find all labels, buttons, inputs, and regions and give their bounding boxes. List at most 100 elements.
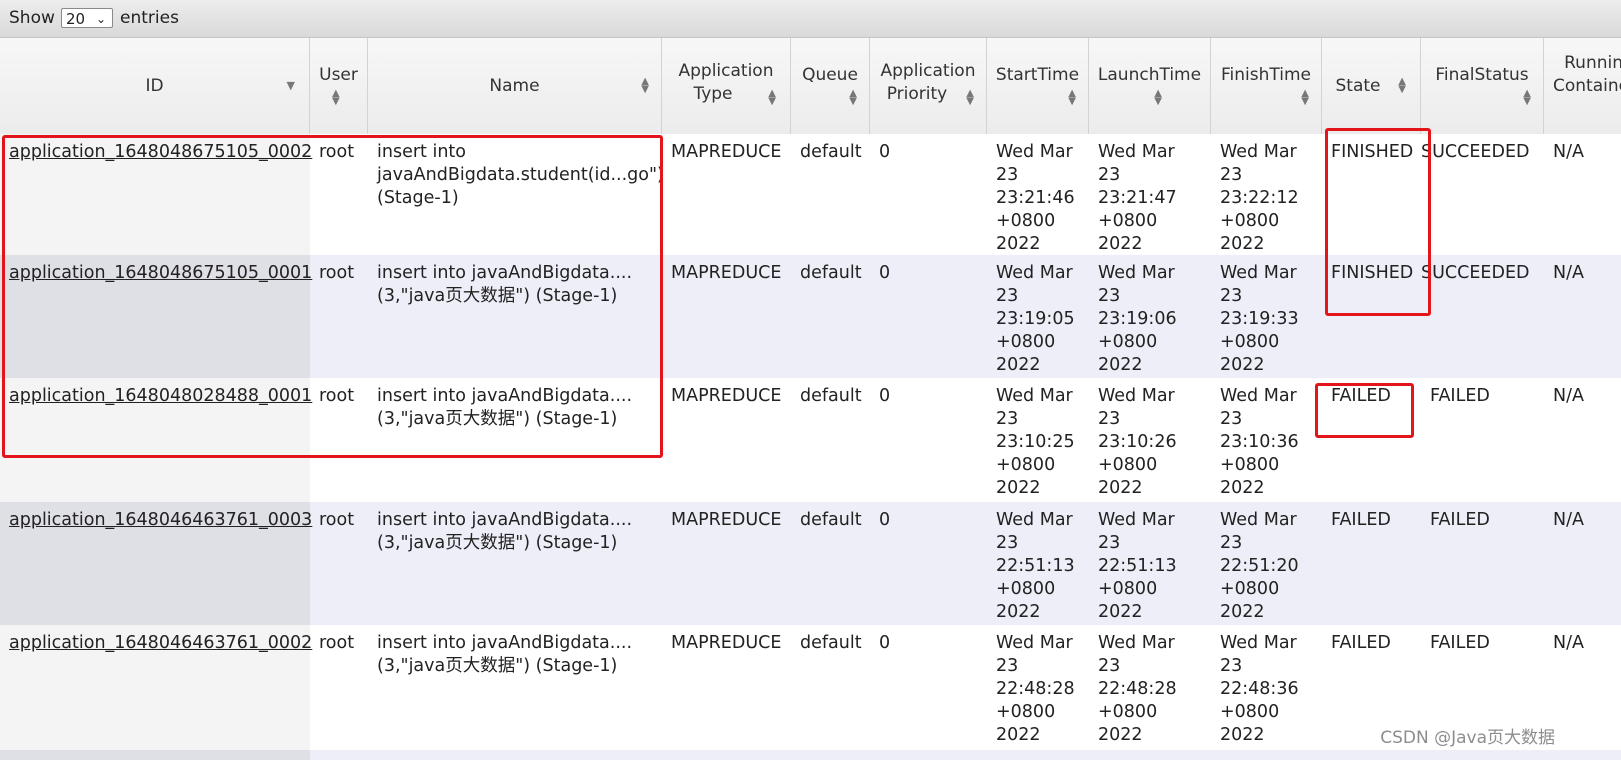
column-label-application-type-line1: Application bbox=[678, 61, 774, 81]
sort-icon: ▲ ▼ bbox=[1301, 88, 1309, 107]
sort-icon: ▲ ▼ bbox=[1523, 88, 1531, 107]
column-label-running-line2: Containers bbox=[1553, 76, 1621, 96]
cell-state: FAILED bbox=[1331, 510, 1391, 530]
column-header-finish-time[interactable]: FinishTime ▲ ▼ bbox=[1211, 38, 1322, 134]
cell-name: insert into javaAndBigdata.... (3,"java页… bbox=[377, 386, 633, 429]
application-id-link[interactable]: application_1648046463761_0003 bbox=[9, 510, 312, 530]
sort-icon: ▲ ▼ bbox=[641, 76, 649, 95]
cell-user: root bbox=[319, 142, 355, 162]
cell-launch-time: Wed Mar 23 23:19:06 +0800 2022 bbox=[1098, 263, 1177, 375]
cell-running-containers: N/A bbox=[1553, 633, 1584, 653]
table-header: ID ▼ User ▲ ▼ Name ▲ ▼ Application Type ▲ ▼… bbox=[0, 38, 1621, 135]
cell-priority: 0 bbox=[879, 510, 891, 530]
cell-application-type: MAPREDUCE bbox=[671, 633, 782, 653]
cell-finish-time: Wed Mar 23 23:19:33 +0800 2022 bbox=[1220, 263, 1299, 375]
column-label-user: User bbox=[319, 64, 358, 85]
column-label-id: ID bbox=[145, 75, 164, 96]
cell-name: insert into javaAndBigdata.student(id...… bbox=[377, 142, 664, 208]
column-label-start-time: StartTime bbox=[995, 64, 1080, 85]
cell-user: root bbox=[319, 633, 355, 653]
column-header-final-status[interactable]: FinalStatus ▲ ▼ bbox=[1421, 38, 1544, 134]
table-row: application_1648048675105_0001 root inse… bbox=[0, 255, 1621, 378]
cell-id: application_1648048675105_0002 bbox=[0, 134, 312, 255]
cell-final-status: SUCCEEDED bbox=[1421, 142, 1530, 162]
sort-icon: ▲ ▼ bbox=[1068, 88, 1076, 107]
column-header-id[interactable]: ID ▼ bbox=[0, 38, 310, 134]
cell-application-type: MAPREDUCE bbox=[671, 142, 782, 162]
cell-name: insert into javaAndBigdata.... (3,"java页… bbox=[377, 263, 633, 306]
column-label-state: State bbox=[1335, 75, 1381, 96]
cell-launch-time: Wed Mar 23 23:21:47 +0800 2022 bbox=[1098, 142, 1177, 254]
cell-state: FAILED bbox=[1331, 633, 1391, 653]
cell-id: application_1648048675105_0001 bbox=[0, 255, 312, 378]
cell-queue: default bbox=[800, 386, 862, 406]
sort-desc-icon: ▼ bbox=[286, 79, 295, 92]
sort-icon: ▲ ▼ bbox=[768, 88, 776, 107]
page-size-select[interactable]: 20 ⌄ bbox=[61, 8, 113, 28]
column-header-user[interactable]: User ▲ ▼ bbox=[310, 38, 368, 134]
column-label-priority-line2: Priority bbox=[886, 84, 948, 104]
cell-priority: 0 bbox=[879, 386, 891, 406]
cell-state: FINISHED bbox=[1331, 263, 1414, 283]
table-length-control: Show 20 ⌄ entries bbox=[0, 0, 1621, 38]
cell-priority: 0 bbox=[879, 263, 891, 283]
watermark: CSDN @Java页大数据 bbox=[1380, 728, 1555, 748]
cell-user: root bbox=[319, 386, 355, 406]
cell-user: root bbox=[319, 263, 355, 283]
column-label-name: Name bbox=[489, 75, 540, 96]
cell-running-containers: N/A bbox=[1553, 263, 1584, 283]
column-label-queue: Queue bbox=[802, 64, 858, 85]
cell-finish-time: Wed Mar 23 22:51:20 +0800 2022 bbox=[1220, 510, 1299, 622]
cell-queue: default bbox=[800, 633, 862, 653]
cell-application-type: MAPREDUCE bbox=[671, 386, 782, 406]
cell-finish-time: Wed Mar 23 23:22:12 +0800 2022 bbox=[1220, 142, 1299, 254]
cell-running-containers: N/A bbox=[1553, 386, 1584, 406]
application-id-link[interactable]: application_1648048675105_0001 bbox=[9, 263, 312, 283]
table-row: application_1648046463761_0002 root inse… bbox=[0, 625, 1621, 750]
column-header-state[interactable]: State ▲ ▼ bbox=[1322, 38, 1421, 134]
cell-finish-time: Wed Mar 23 22:48:36 +0800 2022 bbox=[1220, 633, 1299, 745]
cell-application-type: MAPREDUCE bbox=[671, 510, 782, 530]
cell-id: application_1648046463761_0002 bbox=[0, 625, 312, 750]
sort-icon: ▲ ▼ bbox=[966, 88, 974, 107]
page-size-value: 20 bbox=[66, 10, 86, 28]
application-id-link[interactable]: application_1648048028488_0001 bbox=[9, 386, 312, 406]
column-label-priority-line1: Application bbox=[880, 61, 976, 81]
cell-queue: default bbox=[800, 510, 862, 530]
column-label-final-status: FinalStatus bbox=[1435, 64, 1529, 85]
cell-launch-time: Wed Mar 23 23:10:26 +0800 2022 bbox=[1098, 386, 1177, 498]
cell-start-time: Wed Mar 23 22:48:28 +0800 2022 bbox=[996, 633, 1075, 745]
cell-final-status: SUCCEEDED bbox=[1421, 263, 1530, 283]
cell-final-status: FAILED bbox=[1430, 510, 1490, 530]
chevron-down-icon: ⌄ bbox=[95, 12, 106, 26]
column-header-running-containers[interactable]: Running Containers bbox=[1544, 38, 1621, 134]
cell-state: FAILED bbox=[1331, 386, 1391, 406]
cell-user: root bbox=[319, 510, 355, 530]
column-label-application-type-line2: Type bbox=[693, 84, 733, 104]
cell-name: insert into javaAndBigdata.... (3,"java页… bbox=[377, 510, 633, 553]
cell-queue: default bbox=[800, 263, 862, 283]
column-header-name[interactable]: Name ▲ ▼ bbox=[368, 38, 662, 134]
column-header-queue[interactable]: Queue ▲ ▼ bbox=[791, 38, 870, 134]
column-label-launch-time: LaunchTime bbox=[1097, 64, 1202, 85]
sort-icon: ▲ ▼ bbox=[1154, 88, 1162, 107]
cell-start-time: Wed Mar 23 23:19:05 +0800 2022 bbox=[996, 263, 1075, 375]
cell-final-status: FAILED bbox=[1430, 633, 1490, 653]
cell-launch-time: Wed Mar 23 22:51:13 +0800 2022 bbox=[1098, 510, 1177, 622]
cell-id bbox=[0, 750, 310, 760]
sort-icon: ▲ ▼ bbox=[849, 88, 857, 107]
column-header-launch-time[interactable]: LaunchTime ▲ ▼ bbox=[1089, 38, 1211, 134]
cell-start-time: Wed Mar 23 23:10:25 +0800 2022 bbox=[996, 386, 1075, 498]
cell-running-containers: N/A bbox=[1553, 510, 1584, 530]
column-header-application-type[interactable]: Application Type ▲ ▼ bbox=[662, 38, 791, 134]
cell-final-status: FAILED bbox=[1430, 386, 1490, 406]
show-label: Show bbox=[9, 8, 55, 28]
cell-start-time: Wed Mar 23 23:21:46 +0800 2022 bbox=[996, 142, 1075, 254]
column-header-application-priority[interactable]: Application Priority ▲ ▼ bbox=[870, 38, 987, 134]
column-label-running-line1: Running bbox=[1564, 53, 1621, 73]
application-id-link[interactable]: application_1648048675105_0002 bbox=[9, 142, 312, 162]
application-id-link[interactable]: application_1648046463761_0002 bbox=[9, 633, 312, 653]
cell-priority: 0 bbox=[879, 633, 891, 653]
cell-id: application_1648046463761_0003 bbox=[0, 502, 312, 625]
column-header-start-time[interactable]: StartTime ▲ ▼ bbox=[987, 38, 1089, 134]
